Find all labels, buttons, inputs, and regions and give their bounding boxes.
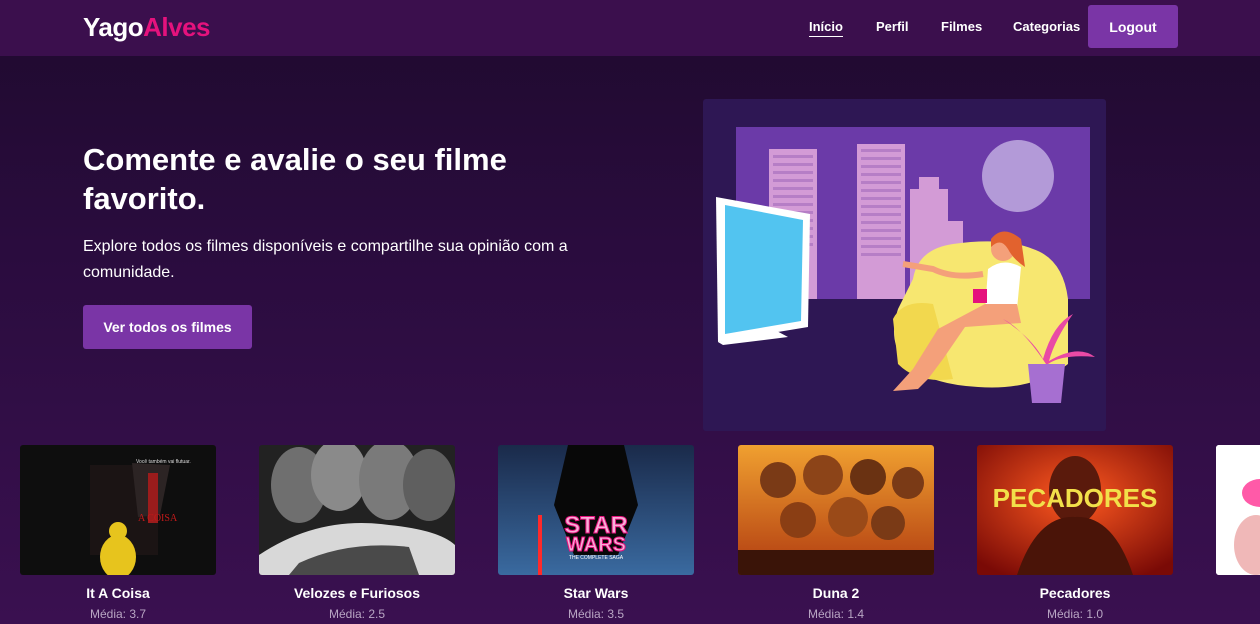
- movie-poster-starwars[interactable]: STAR WARS THE COMPLETE SAGA: [498, 445, 694, 575]
- movie-title: It A Coisa: [86, 585, 150, 601]
- woman-watching-tv-illustration: [703, 127, 1106, 431]
- movie-title: Star Wars: [563, 585, 629, 601]
- movie-poster-velozes[interactable]: [259, 445, 455, 575]
- movie-poster-pecadores[interactable]: PECADORES: [977, 445, 1173, 575]
- brand-second: Alves: [143, 12, 211, 42]
- movie-card[interactable]: STAR WARS THE COMPLETE SAGA Star Wars Mé…: [498, 445, 694, 621]
- rating-label: Média:: [328, 607, 365, 621]
- rating-value: 3.7: [129, 607, 147, 621]
- brand-logo[interactable]: YagoAlves: [83, 12, 211, 43]
- movie-rating: Média: 3.5: [498, 607, 694, 621]
- movie-title: Velozes e Furiosos: [293, 585, 421, 601]
- rating-value: 1.0: [1086, 607, 1104, 621]
- movie-rating: Média: 2.5: [259, 607, 455, 621]
- rating-label: Média:: [807, 607, 844, 621]
- brand-first: Yago: [83, 12, 144, 42]
- nav-inicio[interactable]: Início: [809, 19, 843, 37]
- movie-rating: Média: 1.4: [738, 607, 934, 621]
- movie-poster-partial[interactable]: [1216, 445, 1260, 575]
- movie-rating: Média: 3.7: [20, 607, 216, 621]
- poster-sub-starwars: THE COMPLETE SAGA: [569, 555, 624, 561]
- hero-illustration: [703, 99, 1106, 431]
- poster-logo-pecadores: PECADORES: [993, 483, 1158, 513]
- movie-poster-duna[interactable]: [738, 445, 934, 575]
- rating-label: Média:: [89, 607, 126, 621]
- rating-value: 2.5: [368, 607, 386, 621]
- movie-title: Pecadores: [1039, 585, 1111, 601]
- hero-title: Comente e avalie o seu filme favorito.: [83, 142, 507, 216]
- nav-filmes[interactable]: Filmes: [941, 19, 982, 34]
- movie-title: Duna 2: [812, 585, 860, 601]
- movie-poster-it[interactable]: A COISA Você também vai flutuar.: [20, 445, 216, 575]
- movie-card[interactable]: PECADORES Pecadores Média: 1.0: [977, 445, 1173, 621]
- rating-label: Média:: [567, 607, 604, 621]
- hero-subtitle: Explore todos os filmes disponíveis e co…: [83, 238, 568, 281]
- poster-logo-starwars-2: WARS: [566, 534, 626, 556]
- rating-label: Média:: [1046, 607, 1083, 621]
- movie-rating: Média: 1.0: [977, 607, 1173, 621]
- movie-card[interactable]: A COISA Você também vai flutuar. It A Co…: [20, 445, 216, 621]
- nav-categorias[interactable]: Categorias: [1013, 19, 1080, 34]
- view-all-movies-button[interactable]: Ver todos os filmes: [83, 305, 252, 349]
- logout-button[interactable]: Logout: [1088, 5, 1178, 48]
- rating-value: 1.4: [847, 607, 865, 621]
- poster-logo-it: A COISA: [138, 513, 178, 524]
- poster-tagline-it: Você também vai flutuar.: [136, 459, 191, 465]
- movie-card[interactable]: Velozes e Furiosos Média: 2.5: [259, 445, 455, 621]
- movie-card[interactable]: Duna 2 Média: 1.4: [738, 445, 934, 621]
- rating-value: 3.5: [607, 607, 625, 621]
- nav-perfil[interactable]: Perfil: [876, 19, 909, 34]
- navbar: YagoAlves Início Perfil Filmes Categoria…: [0, 0, 1260, 56]
